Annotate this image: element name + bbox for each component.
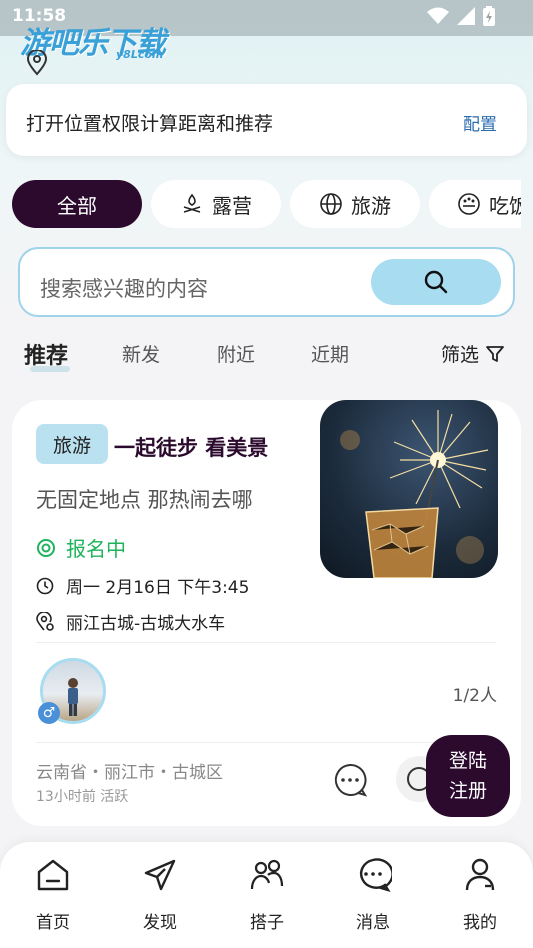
profile-icon bbox=[465, 858, 495, 891]
category-travel[interactable]: 旅游 bbox=[290, 180, 420, 228]
search-button[interactable] bbox=[371, 259, 501, 305]
divider bbox=[36, 642, 496, 643]
comment-icon[interactable] bbox=[332, 762, 368, 798]
food-icon bbox=[458, 193, 480, 215]
tab-recommended[interactable]: 推荐 bbox=[24, 338, 68, 370]
participant-count: 1/2人 bbox=[452, 686, 497, 706]
nav-label: 发现 bbox=[143, 913, 177, 933]
location-permission-banner: 打开位置权限计算距离和推荐 配置 bbox=[6, 84, 527, 156]
post-datetime-row: 周一 2月16日 下午3:45 bbox=[36, 573, 249, 598]
login-register-button[interactable]: 登陆 注册 bbox=[426, 735, 510, 817]
filter-icon bbox=[486, 345, 504, 362]
tab-nearby[interactable]: 附近 bbox=[217, 340, 255, 367]
post-place: 丽江古城-古城大水车 bbox=[66, 614, 226, 634]
category-food[interactable]: 吃饭 bbox=[429, 180, 521, 228]
permission-text: 打开位置权限计算距离和推荐 bbox=[26, 113, 274, 135]
partners-icon bbox=[250, 859, 284, 890]
target-icon bbox=[37, 538, 55, 557]
message-icon bbox=[360, 858, 392, 892]
filter-label: 筛选 bbox=[440, 344, 479, 366]
search-icon bbox=[424, 270, 448, 294]
globe-icon bbox=[320, 193, 342, 215]
category-camping[interactable]: 露营 bbox=[151, 180, 281, 228]
nav-profile[interactable]: 我的 bbox=[440, 856, 520, 933]
clock-icon bbox=[36, 577, 54, 594]
wifi-icon bbox=[427, 7, 449, 24]
discover-icon bbox=[144, 859, 176, 891]
category-all[interactable]: 全部 bbox=[12, 180, 142, 228]
feed-tabs: 推荐 新发 附近 近期 筛选 bbox=[0, 338, 533, 378]
category-filter-row: 全部 露营 旅游 吃饭 bbox=[0, 180, 521, 230]
location-pin-icon[interactable] bbox=[26, 50, 48, 76]
post-activity-time: 13小时前 活跃 bbox=[36, 789, 129, 805]
post-title: 一起徒步 看美景 bbox=[114, 436, 269, 460]
signal-icon bbox=[457, 7, 475, 25]
map-pin-icon bbox=[36, 611, 54, 631]
search-input[interactable]: 搜索感兴趣的内容 bbox=[40, 273, 208, 303]
category-label: 全部 bbox=[57, 193, 97, 218]
category-label: 露营 bbox=[212, 193, 252, 218]
nav-home[interactable]: 首页 bbox=[13, 856, 93, 933]
filter-button[interactable]: 筛选 bbox=[441, 340, 505, 367]
participant-avatar[interactable]: ♂ bbox=[38, 658, 106, 724]
battery-icon bbox=[483, 6, 495, 26]
post-status: 报名中 bbox=[36, 533, 126, 562]
nav-label: 首页 bbox=[36, 913, 70, 933]
configure-button[interactable]: 配置 bbox=[463, 110, 497, 135]
nav-discover[interactable]: 发现 bbox=[120, 856, 200, 933]
nav-label: 搭子 bbox=[250, 913, 284, 933]
divider bbox=[36, 742, 496, 743]
post-datetime: 周一 2月16日 下午3:45 bbox=[66, 578, 250, 598]
tab-recent[interactable]: 近期 bbox=[311, 340, 349, 367]
post-place-row: 丽江古城-古城大水车 bbox=[36, 609, 225, 634]
home-icon bbox=[37, 859, 69, 891]
nav-partners[interactable]: 搭子 bbox=[227, 856, 307, 933]
category-label: 旅游 bbox=[351, 193, 391, 218]
register-label: 注册 bbox=[448, 780, 487, 802]
search-bar[interactable]: 搜索感兴趣的内容 bbox=[18, 247, 515, 317]
post-status-label: 报名中 bbox=[66, 537, 126, 561]
sparkler-glass-image bbox=[340, 410, 489, 578]
status-icons bbox=[427, 6, 495, 26]
post-location: 云南省・丽江市・古城区 bbox=[36, 763, 223, 783]
gender-male-icon: ♂ bbox=[38, 702, 60, 724]
login-label: 登陆 bbox=[448, 750, 487, 772]
tab-new[interactable]: 新发 bbox=[122, 340, 160, 367]
nav-messages[interactable]: 消息 bbox=[333, 856, 413, 933]
camping-icon bbox=[183, 193, 201, 213]
logo-subtext: y8Lcom bbox=[116, 48, 164, 61]
bottom-navigation: 首页 发现 搭子 消息 我的 bbox=[0, 842, 533, 948]
post-category-tag: 旅游 bbox=[36, 424, 108, 464]
nav-label: 消息 bbox=[356, 913, 390, 933]
nav-label: 我的 bbox=[463, 913, 497, 933]
category-label: 吃饭 bbox=[489, 193, 521, 218]
post-image[interactable] bbox=[320, 400, 498, 578]
post-subtitle: 无固定地点 那热闹去哪 bbox=[36, 488, 253, 512]
